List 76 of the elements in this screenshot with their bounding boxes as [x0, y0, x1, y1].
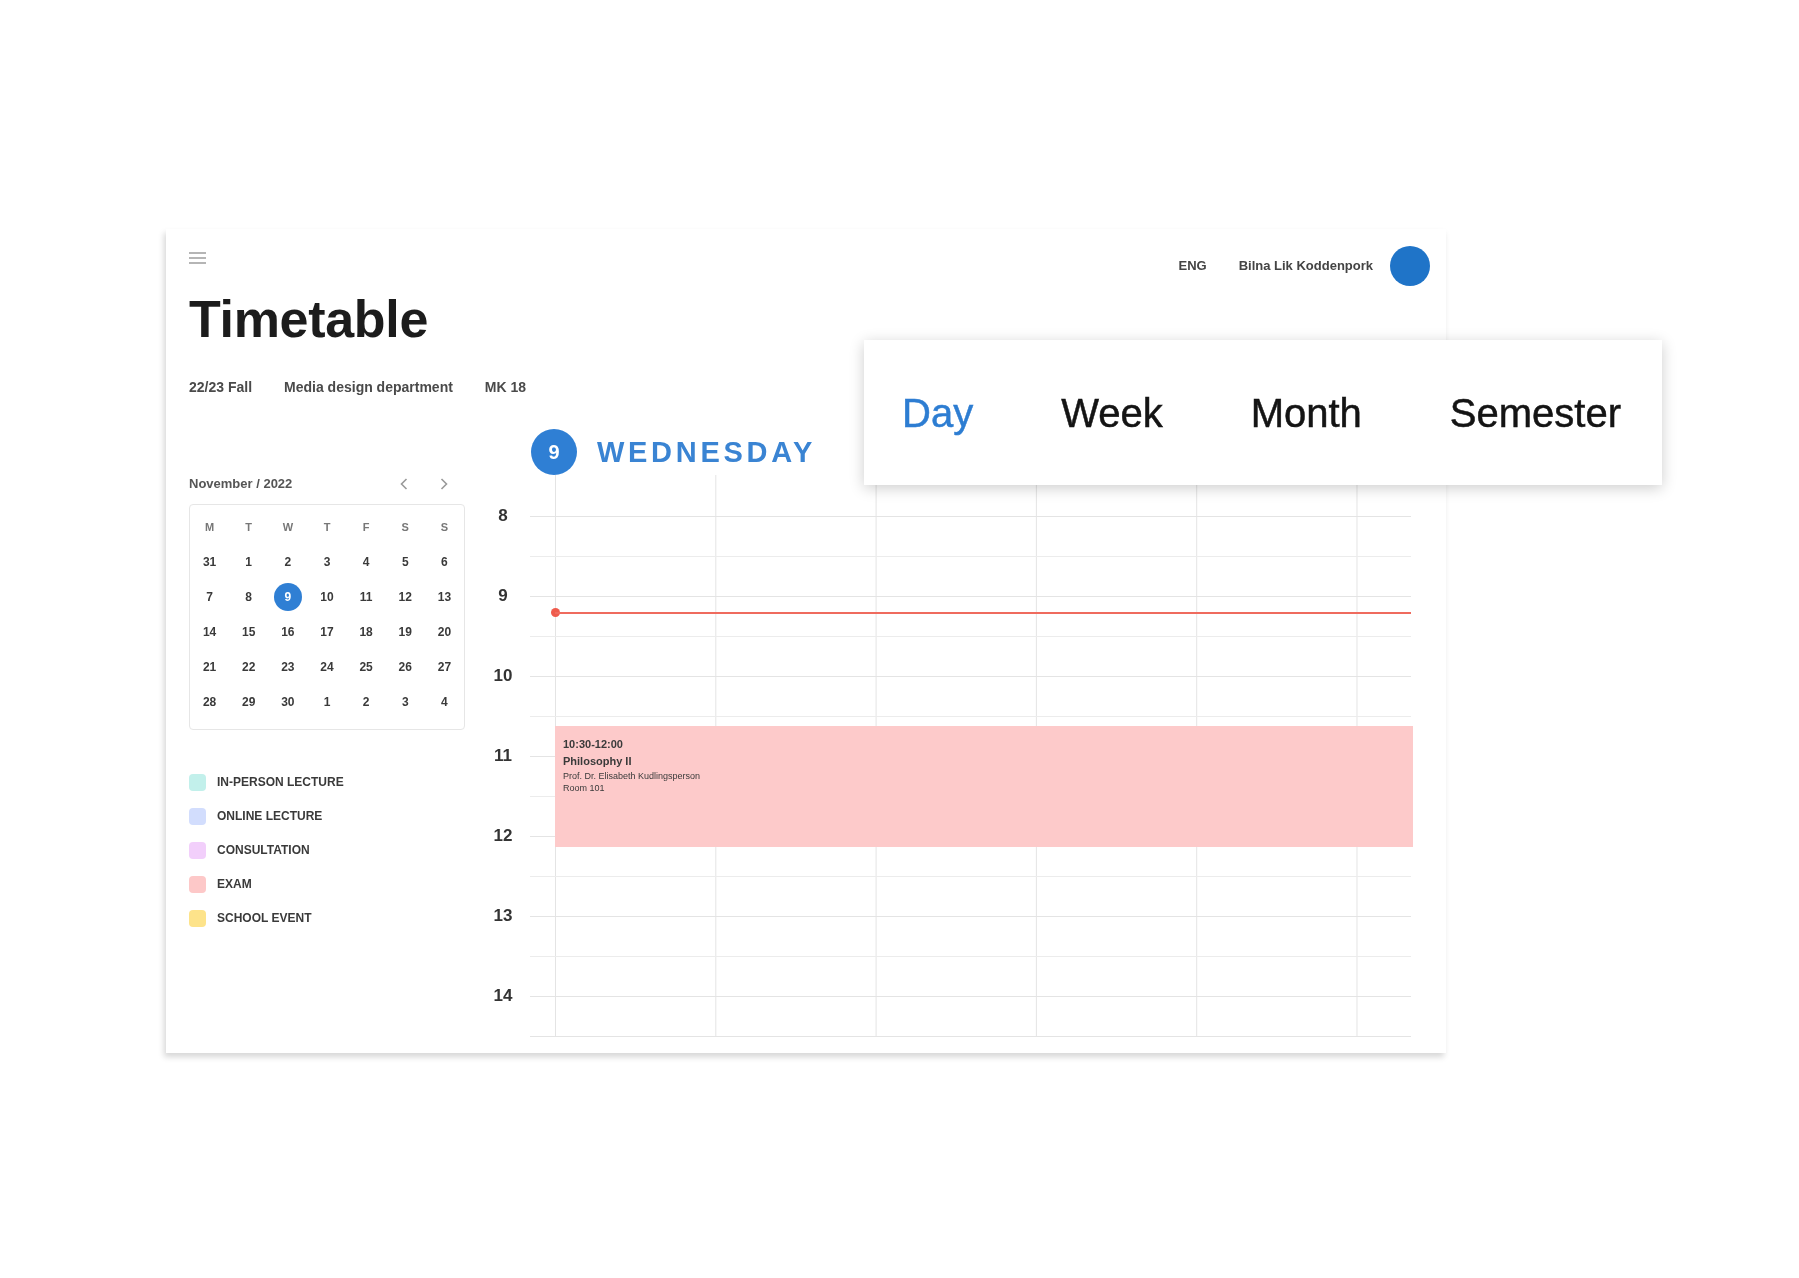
calendar-day[interactable]: 23 — [273, 652, 302, 681]
calendar-day[interactable]: 15 — [234, 617, 263, 646]
calendar-day[interactable]: 21 — [195, 652, 224, 681]
user-avatar[interactable] — [1390, 246, 1430, 286]
calendar-day[interactable]: 26 — [391, 652, 420, 681]
user-name: Bilna Lik Koddenpork — [1238, 258, 1373, 274]
language-selector[interactable]: ENG — [1178, 258, 1207, 274]
calendar-day[interactable]: 19 — [391, 617, 420, 646]
view-tab[interactable]: Week — [1061, 388, 1163, 437]
hour-label: 14 — [492, 986, 514, 1006]
calendar-day[interactable]: 6 — [430, 547, 459, 576]
legend-label: EXAM — [217, 876, 252, 892]
calendar-day[interactable]: 1 — [234, 547, 263, 576]
calendar-day[interactable]: 31 — [195, 547, 224, 576]
calendar-day[interactable]: 10 — [313, 582, 341, 611]
calendar-day[interactable]: 8 — [234, 582, 263, 611]
calendar-day[interactable]: 27 — [430, 652, 459, 681]
calendar-day[interactable]: 20 — [430, 617, 459, 646]
calendar-day[interactable]: 2 — [273, 547, 302, 576]
hour-label: 11 — [493, 746, 513, 766]
calendar-day[interactable]: 11 — [352, 582, 381, 611]
legend-label: ONLINE LECTURE — [217, 808, 323, 824]
hour-label: 8 — [497, 506, 509, 526]
chevron-right-icon[interactable] — [440, 478, 448, 490]
calendar-day[interactable]: 14 — [195, 617, 224, 646]
calendar-day[interactable]: 3 — [391, 687, 420, 716]
event-title: Philosophy II — [563, 754, 632, 769]
hour-label: 12 — [492, 826, 514, 846]
weekday-label: F — [362, 519, 370, 534]
calendar-day[interactable]: 7 — [195, 582, 224, 611]
hour-label: 10 — [492, 666, 514, 686]
weekday-label: W — [282, 519, 294, 534]
weekday-label: T — [323, 519, 331, 534]
calendar-day[interactable]: 22 — [234, 652, 263, 681]
event-time: 10:30-12:00 — [563, 737, 623, 752]
subtitle-text: 22/23 Fall — [189, 379, 253, 396]
view-tab[interactable]: Semester — [1449, 388, 1621, 437]
view-tab[interactable]: Day — [902, 388, 974, 437]
calendar-day[interactable]: 4 — [430, 687, 459, 716]
calendar-day[interactable]: 5 — [391, 547, 420, 576]
calendar-day[interactable]: 4 — [352, 547, 381, 576]
event-room: Room 101 — [563, 782, 605, 794]
month-label: November / 2022 — [189, 476, 293, 492]
event-block[interactable]: 10:30-12:00 Philosophy II Prof. Dr. Elisabeth Kudlingsperson Room 101 — [555, 726, 1413, 847]
calendar-day[interactable]: 17 — [313, 617, 341, 646]
legend-label: SCHOOL EVENT — [217, 910, 312, 926]
calendar-day[interactable]: 18 — [352, 617, 381, 646]
calendar-day[interactable]: 30 — [273, 687, 302, 716]
calendar-day[interactable]: 28 — [195, 687, 224, 716]
menu-icon[interactable] — [189, 251, 206, 265]
subtitle-text: MK 18 — [484, 379, 527, 396]
weekday-label: T — [245, 519, 253, 534]
weekday-label: S — [401, 519, 409, 534]
calendar-day[interactable]: 24 — [313, 652, 341, 681]
legend-label: CONSULTATION — [217, 842, 310, 858]
page-title: Timetable — [189, 293, 429, 345]
calendar-day[interactable]: 2 — [352, 687, 381, 716]
subtitle-text: Media design department — [284, 379, 453, 396]
chevron-left-icon[interactable] — [400, 478, 408, 490]
legend-label: IN-PERSON LECTURE — [217, 774, 344, 790]
view-tab[interactable]: Month — [1250, 388, 1362, 437]
calendar-day[interactable]: 25 — [352, 652, 381, 681]
calendar-day[interactable]: 13 — [430, 582, 459, 611]
weekday-label: S — [440, 519, 449, 534]
day-number: 9 — [531, 429, 577, 475]
event-lecturer: Prof. Dr. Elisabeth Kudlingsperson — [563, 770, 701, 782]
calendar-day[interactable]: 29 — [234, 687, 263, 716]
calendar-day[interactable]: 1 — [313, 687, 341, 716]
calendar-day[interactable]: 12 — [391, 582, 420, 611]
hour-label: 9 — [497, 586, 509, 606]
weekday-title: WEDNESDAY — [597, 435, 817, 469]
calendar-day[interactable]: 16 — [273, 617, 302, 646]
hour-label: 13 — [492, 906, 514, 926]
calendar-day[interactable]: 9 — [273, 582, 302, 611]
calendar-day[interactable]: 3 — [313, 547, 341, 576]
weekday-label: M — [205, 519, 215, 534]
